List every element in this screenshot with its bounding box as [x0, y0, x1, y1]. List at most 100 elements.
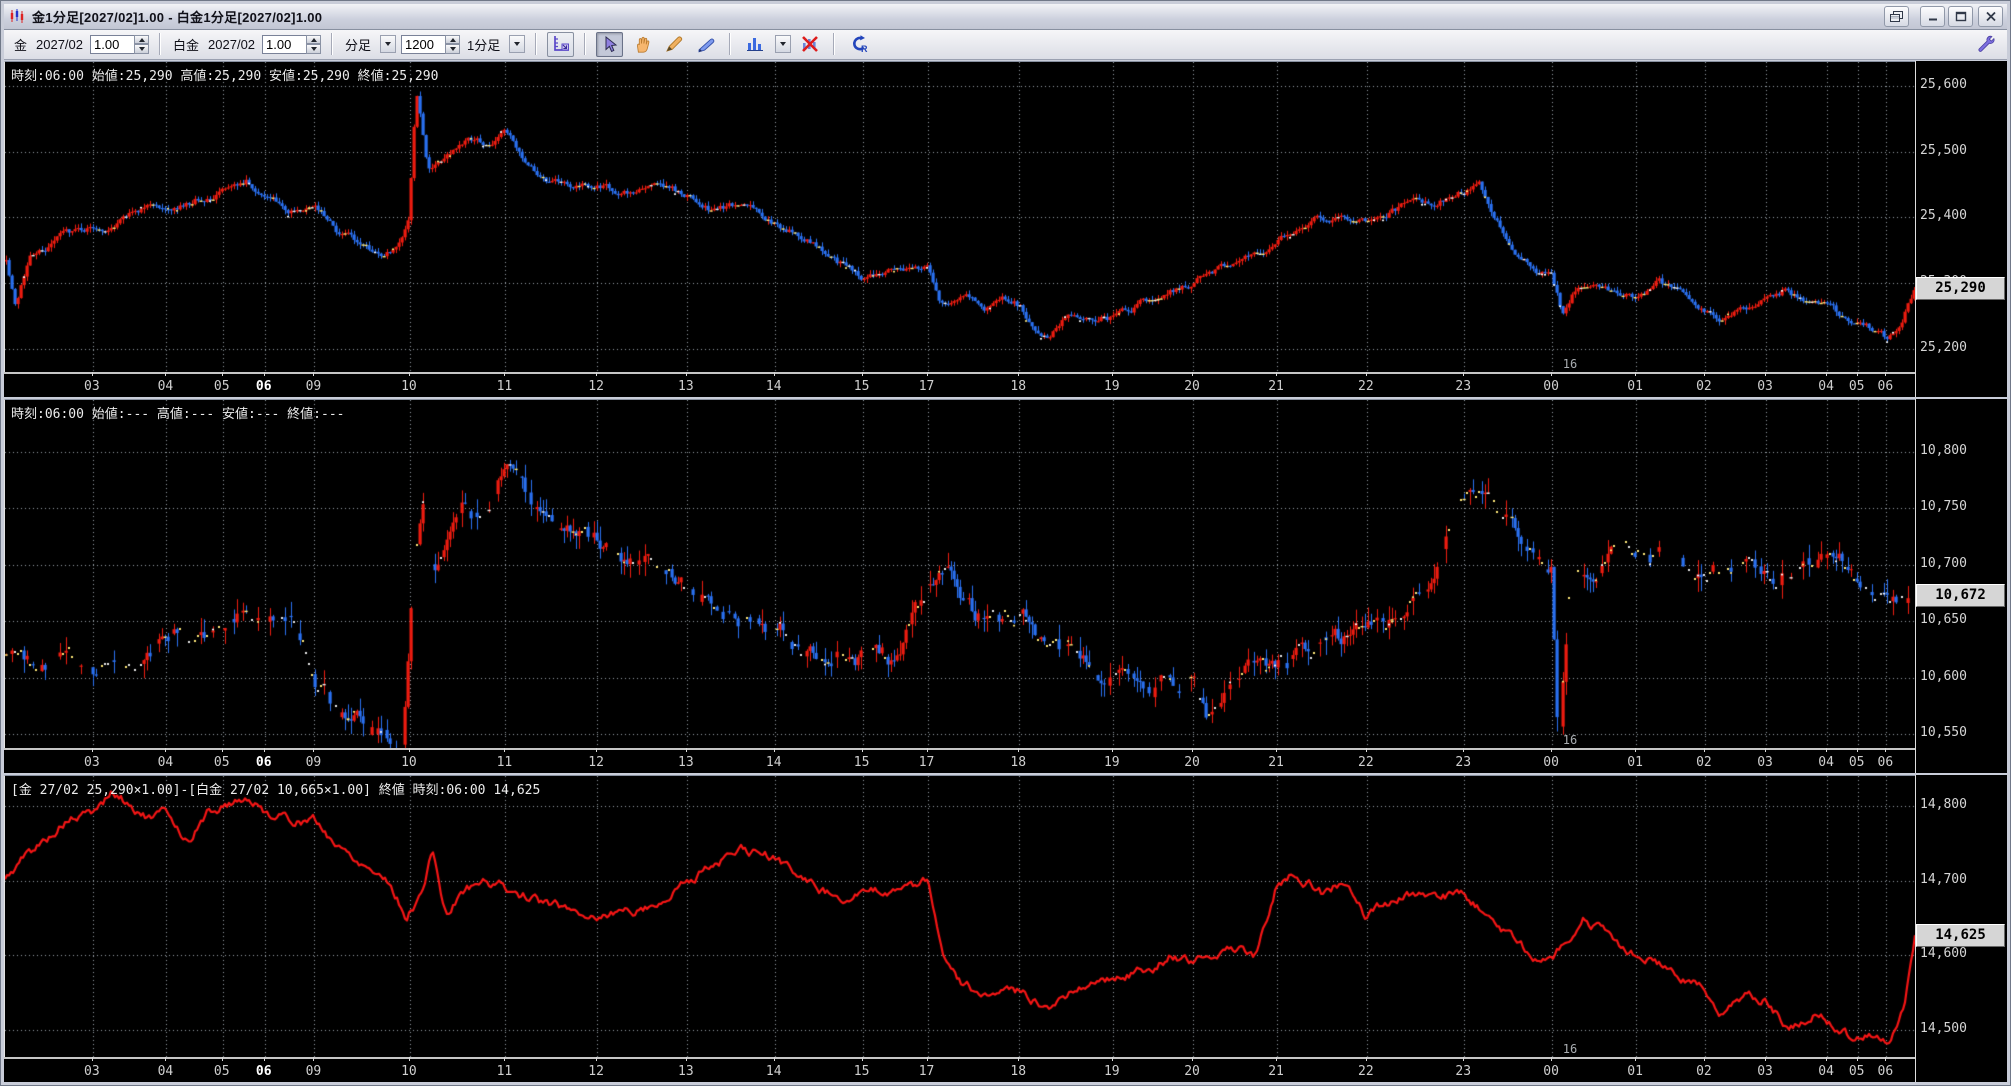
platinum-ratio-up-button[interactable]	[306, 34, 322, 45]
x-axis-tick-label: 14	[765, 1064, 782, 1079]
restore-layout-button[interactable]	[1884, 5, 1909, 27]
x-axis-tick	[409, 748, 410, 752]
title-bar: 金1分足[2027/02]1.00 - 白金1分足[2027/02]1.00	[4, 4, 2007, 30]
x-axis-tick-label: 00	[1543, 379, 1559, 394]
spread-chart-panel: [金 27/02 25,290×1.00]-[白金 27/02 10,665×1…	[4, 775, 2007, 1082]
settings-wrench-button[interactable]	[1972, 32, 1999, 57]
chart-type-bars-icon	[746, 38, 763, 52]
x-axis-tick	[1018, 372, 1019, 376]
interval-dropdown[interactable]	[509, 35, 526, 54]
x-axis-tick-label: 11	[496, 755, 513, 770]
x-axis-tick	[1463, 748, 1464, 752]
x-axis-tick	[1366, 748, 1367, 752]
pencil-draw-button[interactable]	[660, 32, 687, 57]
select-cursor-button[interactable]	[596, 31, 624, 57]
x-axis-tick	[927, 748, 928, 752]
platinum-plot-area: 時刻:06:00 始値:--- 高値:--- 安値:--- 終値:--- 16	[4, 399, 1915, 748]
x-axis-tick	[313, 372, 314, 376]
pan-hand-button[interactable]	[628, 32, 655, 57]
bar-count-input[interactable]	[401, 34, 446, 54]
x-axis-tick	[1192, 372, 1193, 376]
close-button[interactable]	[1978, 5, 2003, 27]
bar-count-up-button[interactable]	[445, 34, 461, 45]
x-axis-tick-label: 02	[1696, 1064, 1712, 1079]
x-axis-tick-label: 00	[1543, 755, 1559, 770]
x-axis-tick-label: 04	[157, 1064, 174, 1079]
platinum-current-price-label: 10,672	[1916, 583, 2005, 607]
gold-candlestick-canvas[interactable]	[5, 62, 1915, 372]
gold-ratio-down-button[interactable]	[134, 44, 150, 54]
window-title: 金1分足[2027/02]1.00 - 白金1分足[2027/02]1.00	[32, 9, 323, 25]
gold-time-axis: 03 04 05 06 09 10 11 12 13 14 15 17 18 19 20 21 22 23 00 01…	[4, 372, 1915, 397]
x-axis-tick	[1765, 372, 1766, 376]
x-axis-tick	[686, 372, 687, 376]
toolbar-separator	[331, 33, 334, 56]
x-axis-tick	[1018, 748, 1019, 752]
x-axis-tick-label: 22	[1358, 379, 1374, 394]
x-axis-tick	[409, 372, 410, 376]
x-axis-tick-label: 06	[1877, 1064, 1894, 1079]
chart-type-button[interactable]	[741, 32, 768, 57]
x-axis-tick	[504, 372, 505, 376]
x-axis-tick	[1551, 1057, 1552, 1061]
x-axis-tick	[264, 1057, 265, 1061]
x-axis-tick	[862, 1057, 863, 1061]
y-axis-tick-label: 14,500	[1920, 1021, 1967, 1037]
x-axis-tick-label: 06	[255, 1064, 272, 1079]
pencil-draw-icon	[665, 36, 682, 53]
platinum-ratio-down-button[interactable]	[306, 44, 322, 54]
x-axis-tick	[774, 748, 775, 752]
x-axis-tick-label: 17	[918, 755, 935, 770]
spread-price-axis: 14,625 14,800 14,700 14,600 14,500	[1915, 775, 2007, 1082]
x-axis-tick	[165, 1057, 166, 1061]
x-axis-tick-label: 23	[1455, 1064, 1472, 1079]
x-axis-tick-label: 05	[1848, 755, 1865, 770]
x-axis-tick-label: 11	[496, 1064, 513, 1079]
y-axis-tick-label: 25,400	[1920, 208, 1967, 224]
x-axis-tick	[264, 748, 265, 752]
axis-scale-button[interactable]	[547, 31, 575, 57]
toolbar-separator	[729, 33, 732, 56]
x-axis-tick	[92, 748, 93, 752]
line-draw-button[interactable]	[692, 32, 719, 57]
x-axis-tick	[165, 748, 166, 752]
x-axis-tick-label: 02	[1696, 755, 1712, 770]
x-axis-tick	[1857, 372, 1858, 376]
platinum-symbol-label: 白金	[173, 37, 200, 53]
y-axis-tick-label: 14,600	[1920, 946, 1967, 962]
svg-text:R: R	[861, 44, 868, 54]
x-axis-tick-label: 17	[918, 379, 935, 394]
bar-count-down-button[interactable]	[445, 44, 461, 54]
x-axis-tick-label: 13	[678, 1064, 694, 1079]
delete-drawings-icon	[801, 36, 818, 53]
y-axis-tick-label: 25,200	[1920, 339, 1967, 355]
chart-reload-button[interactable]: R	[845, 32, 872, 57]
x-axis-tick	[1366, 372, 1367, 376]
x-axis-tick	[313, 1057, 314, 1061]
x-axis-tick	[313, 748, 314, 752]
window-controls	[1884, 5, 2003, 27]
gold-ratio-input[interactable]	[90, 34, 135, 54]
x-axis-tick-label: 09	[305, 755, 322, 770]
x-axis-tick	[1276, 372, 1277, 376]
y-axis-tick-label: 10,700	[1920, 555, 1967, 571]
spread-line-canvas[interactable]	[5, 776, 1915, 1057]
x-axis-tick	[1826, 372, 1827, 376]
x-axis-tick	[504, 748, 505, 752]
x-axis-tick-label: 18	[1010, 755, 1027, 770]
x-axis-tick-label: 03	[1757, 755, 1773, 770]
x-axis-tick	[1635, 372, 1636, 376]
platinum-ratio-input[interactable]	[262, 34, 307, 54]
chart-type-dropdown[interactable]	[775, 35, 792, 54]
minimize-button[interactable]	[1920, 5, 1945, 27]
x-axis-tick-label: 20	[1184, 1064, 1200, 1079]
gold-ratio-up-button[interactable]	[134, 34, 150, 45]
x-axis-tick-label: 21	[1268, 1064, 1284, 1079]
bar-type-dropdown[interactable]	[380, 35, 397, 54]
platinum-candlestick-canvas[interactable]	[5, 400, 1915, 748]
x-axis-tick-label: 05	[213, 755, 230, 770]
maximize-button[interactable]	[1948, 5, 1973, 27]
delete-drawings-button[interactable]	[796, 32, 823, 57]
x-axis-tick	[1018, 1057, 1019, 1061]
x-axis-tick	[596, 372, 597, 376]
